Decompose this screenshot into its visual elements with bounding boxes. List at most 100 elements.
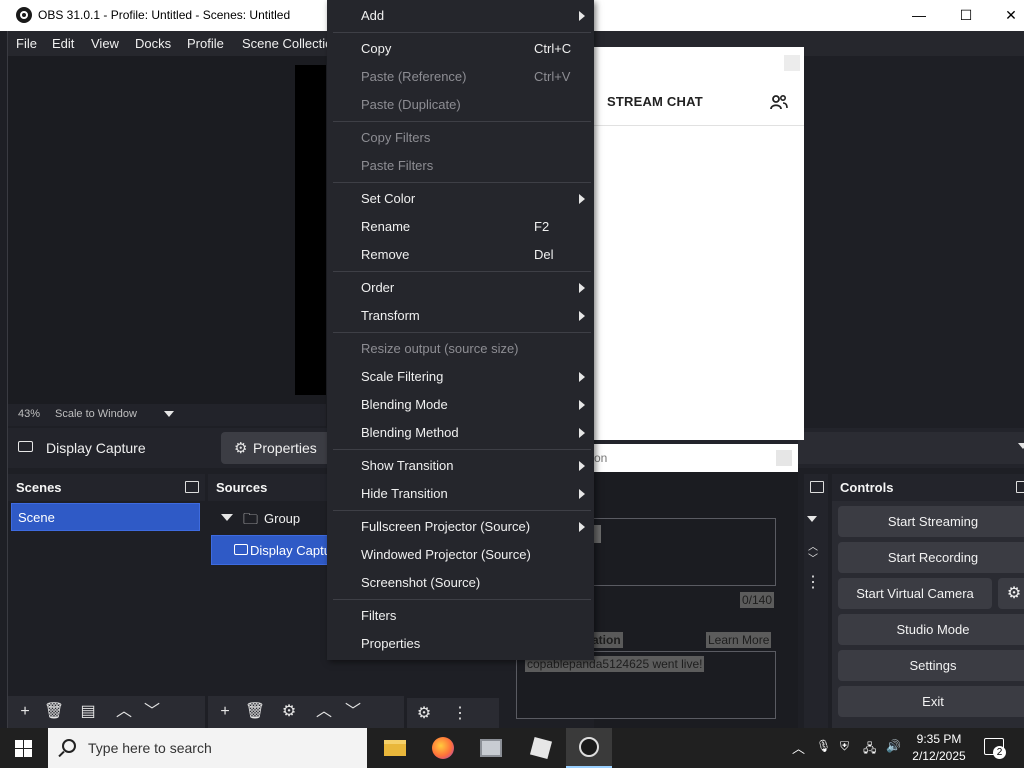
menu-item-add[interactable]: Add [327,2,594,30]
group-label: Group [264,511,301,526]
close-button[interactable]: ✕ [988,0,1024,31]
notifications-icon[interactable]: 2 [984,738,1006,759]
menu-item-windowed-projector[interactable]: Windowed Projector (Source) [327,541,594,569]
menu-item-paste-reference[interactable]: Paste (Reference) Ctrl+V [327,63,594,91]
submenu-arrow-icon [579,311,585,321]
menu-item-screenshot[interactable]: Screenshot (Source) [327,569,594,597]
start-button[interactable] [0,728,48,768]
add-scene-button[interactable]: + [12,700,38,724]
menu-item-fullscreen-projector[interactable]: Fullscreen Projector (Source) [327,513,594,541]
minimize-button[interactable]: — [896,0,942,31]
photos-app-icon[interactable] [468,728,514,768]
remove-source-button[interactable]: 🗑 [242,700,268,724]
add-source-button[interactable]: + [212,700,238,724]
network-icon[interactable]: 🖧 [863,739,876,760]
menu-item-scale-filtering[interactable]: Scale Filtering [327,363,594,391]
chat-window-button[interactable] [784,55,800,71]
menu-item-paste-filters[interactable]: Paste Filters [327,152,594,180]
volume-icon[interactable]: 🔊 [886,739,901,753]
spinbox-arrows-icon[interactable]: ︿ ﹀ [808,542,818,566]
menu-item-set-color[interactable]: Set Color [327,185,594,213]
sources-title: Sources [216,480,268,495]
menu-item-rename[interactable]: Rename F2 [327,213,594,241]
studio-mode-button[interactable]: Studio Mode [838,614,1024,645]
windows-logo-part [15,749,23,757]
settings-button[interactable]: Settings [838,650,1024,681]
more-options-icon[interactable]: ⋮ [805,572,821,592]
chevron-down-icon[interactable] [221,514,233,521]
firefox-icon[interactable] [420,728,466,768]
source-move-up-button[interactable]: ︿ [311,700,337,724]
menu-item-resize-output[interactable]: Resize output (source size) [327,335,594,363]
mixer-settings-button[interactable]: ⚙ [411,702,437,726]
menu-item-label: Transform [361,308,420,323]
roblox-icon[interactable] [518,728,564,768]
menu-profile[interactable]: Profile [187,36,224,51]
properties-button[interactable]: ⚙ Properties [221,432,331,464]
menu-item-blending-mode[interactable]: Blending Mode [327,391,594,419]
file-explorer-icon[interactable] [372,728,418,768]
source-properties-button[interactable]: ⚙ [276,700,302,724]
menu-edit[interactable]: Edit [52,36,74,51]
menu-item-copy[interactable]: Copy Ctrl+C [327,35,594,63]
users-icon[interactable] [770,94,788,110]
show-hidden-icons-icon[interactable]: ︿ [792,738,805,757]
source-move-down-button[interactable]: ﹀ [340,700,366,724]
taskbar-clock[interactable]: 9:35 PM 2/12/2025 [900,731,978,765]
taskbar-search-box[interactable]: Type here to search [48,728,367,768]
start-recording-button[interactable]: Start Recording [838,542,1024,573]
source-dropdown[interactable] [798,432,1024,464]
more-options-icon[interactable]: ⋮ [447,702,473,726]
start-virtual-camera-button[interactable]: Start Virtual Camera [838,578,992,609]
menu-item-hide-transition[interactable]: Hide Transition [327,480,594,508]
scale-mode-select[interactable]: Scale to Window [55,408,137,420]
menu-file[interactable]: File [16,36,37,51]
undock-icon[interactable] [185,481,199,493]
obs-taskbar-icon[interactable] [566,728,612,768]
obs-logo-icon [16,7,32,23]
undock-icon[interactable] [1016,481,1024,493]
microphone-icon[interactable]: 🎙 [816,739,831,753]
windows-logo-icon [15,740,23,748]
menu-item-filters[interactable]: Filters [327,602,594,630]
menu-separator [333,449,591,450]
source-display-capture-row[interactable]: Display Captu [211,535,331,565]
chevron-down-icon[interactable] [807,516,817,522]
submenu-arrow-icon [579,428,585,438]
menu-item-label: Remove [361,247,410,262]
exit-button[interactable]: Exit [838,686,1024,717]
preview-canvas[interactable] [295,65,326,395]
menu-item-remove[interactable]: Remove Del [327,241,594,269]
menu-item-copy-filters[interactable]: Copy Filters [327,124,594,152]
scene-item[interactable]: Scene [11,503,200,531]
notification-count: 2 [993,746,1006,759]
menu-item-order[interactable]: Order [327,274,594,302]
transitions-dock-edge: ︿ ﹀ ⋮ [804,474,828,728]
maximize-button[interactable]: ☐ [943,0,989,31]
undock-icon[interactable] [810,481,824,493]
chevron-down-icon[interactable] [164,411,174,417]
source-label: Display Captu [250,543,331,558]
virtual-camera-settings-button[interactable]: ⚙ [998,578,1024,609]
menu-docks[interactable]: Docks [135,36,171,51]
start-streaming-button[interactable]: Start Streaming [838,506,1024,537]
menu-item-paste-duplicate[interactable]: Paste (Duplicate) [327,91,594,119]
menu-item-blending-method[interactable]: Blending Method [327,419,594,447]
preview-area[interactable] [8,56,326,406]
left-edge [0,31,8,728]
clock-date: 2/12/2025 [912,749,966,763]
menu-scene-collection[interactable]: Scene Collectio [242,36,332,51]
menu-item-show-transition[interactable]: Show Transition [327,452,594,480]
move-down-button[interactable]: ﹀ [139,700,165,724]
menu-item-transform[interactable]: Transform [327,302,594,330]
scene-filters-button[interactable]: ▤ [75,700,101,724]
alert-window-button[interactable] [776,450,792,466]
learn-more-link[interactable]: Learn More [706,632,772,648]
menu-view[interactable]: View [91,36,119,51]
folder-icon: 🗀 [243,511,259,528]
menu-item-label: Windowed Projector (Source) [361,547,531,562]
menu-item-properties[interactable]: Properties [327,630,594,658]
move-up-button[interactable]: ︿ [111,700,137,724]
security-icon[interactable]: ⛨ [840,739,849,754]
remove-scene-button[interactable]: 🗑 [41,700,67,724]
